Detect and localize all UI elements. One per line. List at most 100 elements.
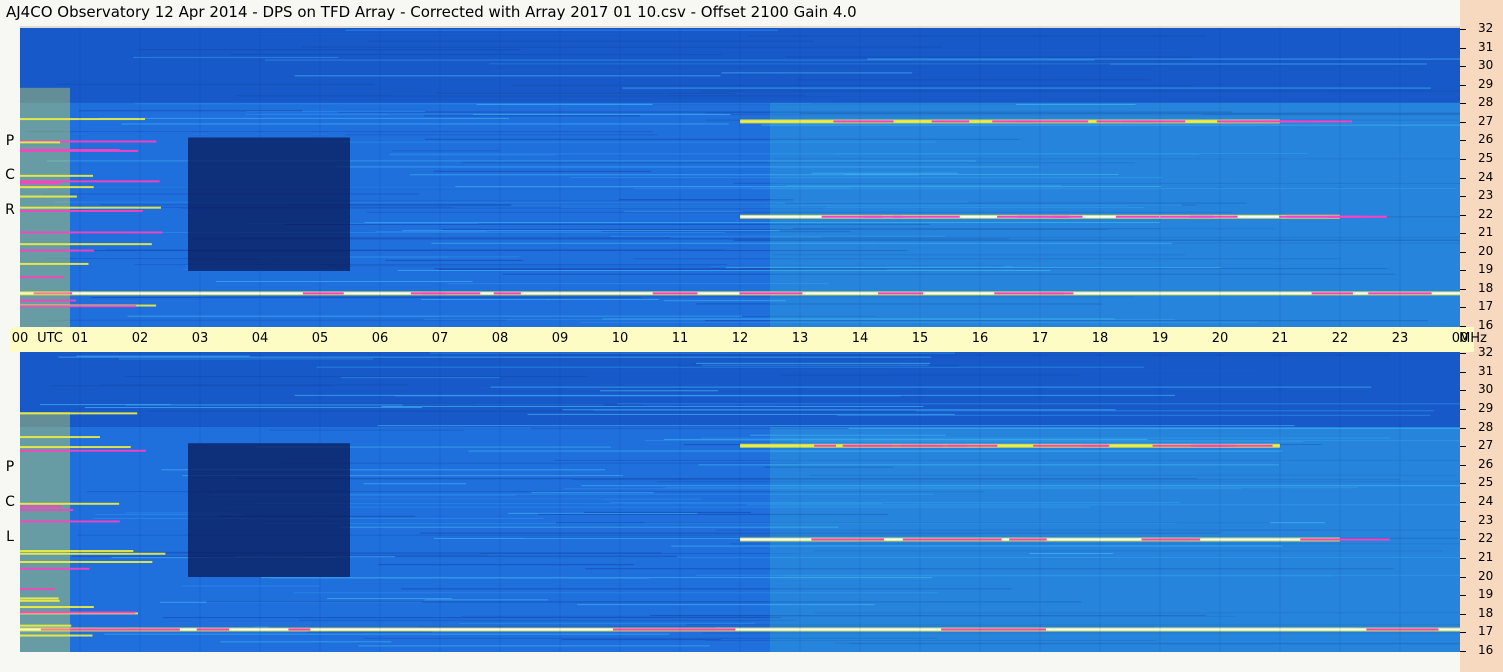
texture-line <box>213 359 731 361</box>
left-edge-line <box>20 611 136 614</box>
texture-line <box>388 154 556 156</box>
texture-line <box>181 585 320 587</box>
intensity-speck <box>652 292 698 295</box>
time-tick-label: 18 <box>1091 331 1109 346</box>
texture-line <box>294 394 1175 396</box>
texture-line <box>527 413 955 415</box>
texture-line <box>381 406 924 408</box>
texture-line <box>696 362 931 364</box>
texture-line <box>137 49 521 51</box>
texture-line <box>424 115 640 117</box>
freq-tick-label: 17 <box>1478 299 1494 314</box>
freq-tick <box>1460 307 1466 309</box>
intensity-speck <box>994 292 1064 295</box>
freq-tick <box>1460 196 1466 198</box>
time-tick-label: 22 <box>1331 331 1349 346</box>
freq-unit-label: MHz <box>1459 331 1487 346</box>
pol-letter-c: C <box>5 494 15 510</box>
left-edge-line <box>20 276 64 279</box>
left-edge-line <box>20 502 120 505</box>
texture-line <box>252 32 623 34</box>
left-edge-line <box>20 449 146 452</box>
freq-tick-label: 19 <box>1478 262 1494 277</box>
texture-line <box>618 199 794 201</box>
time-tick-label: 08 <box>491 331 509 346</box>
texture-line <box>147 410 916 412</box>
time-tick-label: 16 <box>971 331 989 346</box>
texture-line <box>24 187 851 189</box>
texture-line <box>508 512 698 514</box>
freq-tick-label: 19 <box>1478 587 1494 602</box>
freq-tick-label: 25 <box>1478 475 1494 490</box>
freq-tick-label: 21 <box>1478 225 1494 240</box>
time-axis: 00 01 02 03 04 05 06 07 08 09 10 11 12 13 14 15 16 17 18 19… <box>10 327 1487 352</box>
left-edge-line <box>20 624 72 627</box>
left-edge-line <box>20 552 166 555</box>
time-tick-label: 03 <box>191 331 209 346</box>
left-edge-line <box>20 186 94 189</box>
intensity-speck <box>1286 215 1362 218</box>
intensity-speck <box>739 292 803 295</box>
freq-tick-label: 24 <box>1478 494 1494 508</box>
freq-tick-label: 17 <box>1478 624 1494 639</box>
quiet-region <box>188 443 350 577</box>
left-edge-line <box>20 210 143 213</box>
spectrogram-rcp-plot <box>20 28 1460 327</box>
pol-letter-l: L <box>6 529 14 545</box>
intensity-speck <box>955 628 997 631</box>
texture-line <box>426 61 1159 63</box>
time-tick-label: 06 <box>371 331 389 346</box>
time-tick-label: 04 <box>251 331 269 346</box>
texture-line <box>215 280 473 282</box>
freq-tick-label: 29 <box>1478 76 1494 91</box>
left-edge-line <box>20 446 131 449</box>
freq-tick-label: 22 <box>1478 531 1494 546</box>
texture-line <box>436 92 736 94</box>
intensity-speck <box>1033 444 1107 447</box>
left-edge-line <box>20 508 74 511</box>
freq-tick <box>1460 613 1466 615</box>
freq-tick-label: 26 <box>1478 456 1494 471</box>
time-tick-label: 10 <box>611 331 629 346</box>
freq-tick <box>1460 446 1466 448</box>
freq-tick <box>1460 520 1466 522</box>
left-edge-line <box>20 567 90 570</box>
freq-tick-label: 23 <box>1478 188 1494 203</box>
intensity-speck <box>1366 628 1439 631</box>
freq-tick-label: 22 <box>1478 206 1494 221</box>
texture-line <box>317 101 832 103</box>
texture-line <box>622 87 1431 89</box>
intensity-speck <box>1324 538 1390 541</box>
freq-tick <box>1460 371 1466 373</box>
texture-line <box>341 377 500 379</box>
texture-line <box>76 355 250 357</box>
intensity-speck <box>410 292 447 295</box>
left-edge-line <box>20 550 134 553</box>
frequency-axis-rcp: 32 31 30 29 28 27 26 25 24 23 22 21 20 19 18 17 16 <box>1460 21 1503 332</box>
freq-tick <box>1460 576 1466 578</box>
freq-tick-label: 31 <box>1478 363 1494 378</box>
texture-line <box>78 110 303 112</box>
left-edge-line <box>20 299 77 302</box>
texture-line <box>700 90 1460 92</box>
texture-line <box>377 425 1295 427</box>
intensity-speck <box>1017 215 1068 218</box>
freq-tick-label: 24 <box>1478 169 1494 184</box>
left-edge-line <box>20 505 61 508</box>
intensity-speck <box>1115 215 1160 218</box>
intensity-speck <box>1311 292 1353 295</box>
texture-line <box>340 526 839 528</box>
texture-line <box>26 131 653 133</box>
texture-line <box>489 70 863 72</box>
texture-line <box>152 63 1111 65</box>
left-edge-line <box>20 249 95 252</box>
left-edge-line <box>20 243 152 246</box>
freq-tick-label: 18 <box>1478 280 1494 295</box>
texture-line <box>230 54 722 56</box>
freq-tick <box>1460 47 1466 49</box>
freq-tick <box>1460 288 1466 290</box>
texture-line <box>26 78 777 80</box>
left-edge-line <box>20 520 120 523</box>
freq-tick <box>1460 103 1466 105</box>
texture-line <box>298 619 797 621</box>
